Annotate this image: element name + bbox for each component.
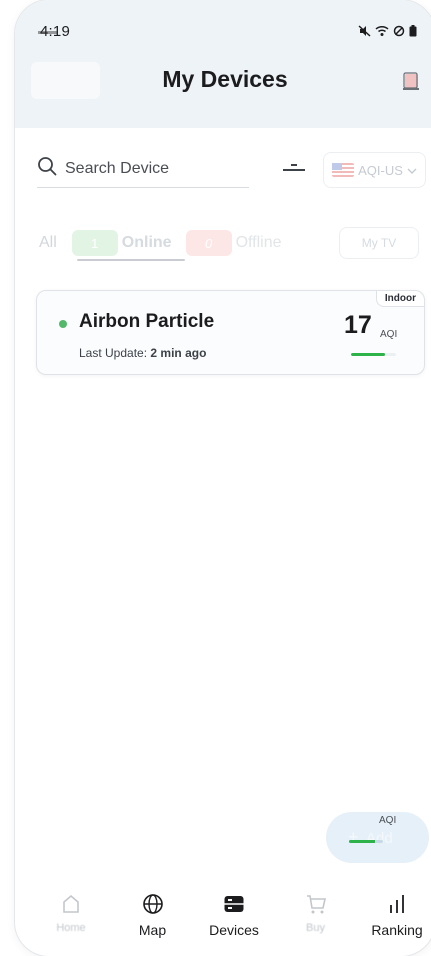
device-name: Airbon Particle [79, 311, 215, 332]
nav-home-label: Home [56, 922, 86, 934]
search-placeholder: Search Device [65, 159, 170, 177]
fab-aqi-fill [349, 840, 375, 843]
device-filter-tabs: All 1 Online 0 Offline [39, 229, 296, 257]
status-time: 4:19 [38, 23, 70, 40]
offline-count-badge: 0 [185, 230, 232, 256]
status-icons [358, 25, 417, 37]
chevron-down-icon [407, 163, 417, 178]
cart-icon [304, 892, 328, 916]
last-update-label: Last Update: [79, 346, 148, 360]
globe-icon [141, 892, 165, 916]
aqi-level-bar [351, 353, 396, 356]
aqi-unit: AQI [380, 329, 398, 340]
region-label: AQI-US [358, 162, 403, 178]
battery-icon [409, 25, 417, 37]
nav-map[interactable]: Map [121, 892, 185, 956]
search-input[interactable]: Search Device [37, 150, 249, 188]
us-flag-icon [332, 163, 355, 177]
nav-buy[interactable]: Buy [284, 892, 348, 956]
add-device-label: Add [366, 830, 393, 847]
bottom-navigation: Home Map Devices Buy Ranking [15, 880, 431, 956]
tab-online-label: Online [121, 234, 172, 251]
nav-devices[interactable]: Devices [202, 892, 266, 956]
tab-offline-label: Offline [235, 234, 282, 251]
page-title: My Devices [162, 66, 288, 92]
nav-ranking[interactable]: Ranking [365, 892, 429, 956]
search-icon [37, 156, 57, 181]
notification-icon[interactable] [401, 71, 421, 93]
aqi-level-fill [351, 353, 385, 356]
tab-all[interactable]: All [39, 234, 57, 252]
fab-aqi-bar [349, 840, 383, 843]
nav-devices-label: Devices [209, 922, 259, 938]
last-update: Last Update: 2 min ago [79, 346, 206, 360]
add-device-button[interactable]: + Add AQI [326, 812, 429, 863]
device-card[interactable]: Airbon Particle Last Update: 2 min ago I… [36, 290, 425, 375]
nav-ranking-label: Ranking [371, 922, 423, 938]
active-tab-indicator [77, 259, 185, 261]
online-count-badge: 1 [71, 230, 118, 256]
plus-icon: + [348, 827, 359, 847]
aqi-value: 17 [344, 311, 372, 339]
no-signal-icon [393, 25, 405, 37]
my-tv-button[interactable]: My TV [339, 227, 419, 259]
devices-icon [222, 892, 246, 916]
last-update-value: 2 min ago [150, 346, 207, 360]
wifi-icon [375, 25, 389, 37]
nav-map-label: Map [138, 922, 167, 938]
filter-icon[interactable] [281, 158, 307, 178]
nav-home[interactable]: Home [39, 892, 103, 956]
mute-icon [358, 25, 371, 37]
nav-buy-label: Buy [306, 922, 325, 934]
tab-offline[interactable]: 0 Offline [185, 230, 282, 256]
fab-aqi-unit: AQI [379, 815, 397, 826]
bar-chart-icon [385, 892, 409, 916]
location-badge: Indoor [375, 291, 424, 307]
tab-online[interactable]: 1 Online [71, 230, 172, 256]
home-icon [59, 892, 83, 916]
region-select[interactable]: AQI-US [323, 152, 426, 188]
phone-screen: 4:19 My Devices Search Device AQI-US All… [15, 0, 431, 956]
online-status-dot [59, 320, 67, 328]
